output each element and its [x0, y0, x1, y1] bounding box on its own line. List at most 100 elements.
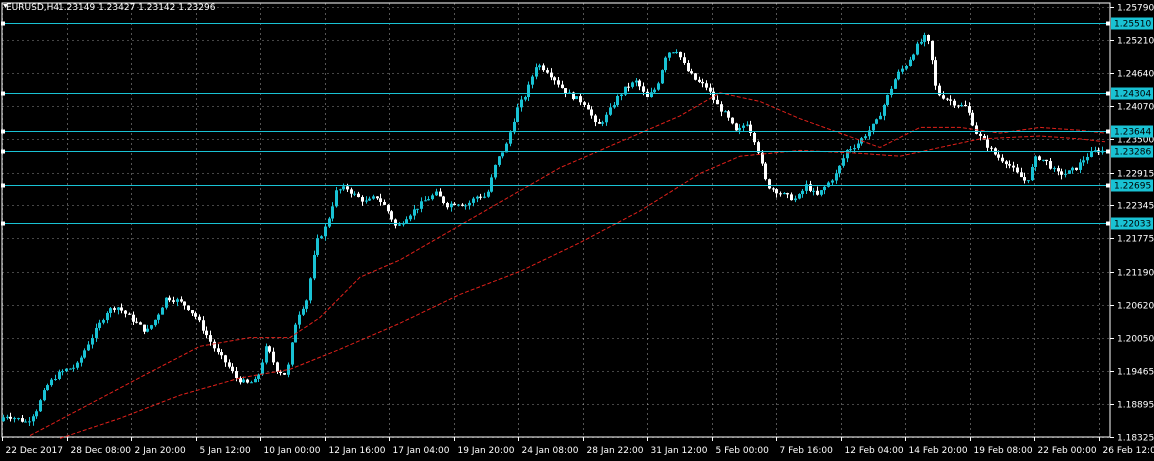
- candle-body: [276, 362, 279, 372]
- candle-body: [590, 109, 593, 116]
- candle-body: [661, 70, 664, 84]
- y-tick-label: 1.20620: [1117, 302, 1154, 312]
- y-tick-label: 1.25790: [1117, 4, 1154, 14]
- candle-body: [516, 107, 519, 122]
- candle-body: [557, 80, 560, 85]
- candle-body: [439, 191, 442, 197]
- x-tick-label: 12 Jan 16:00: [329, 446, 386, 456]
- candle-body: [742, 125, 745, 128]
- candle-body: [875, 119, 878, 124]
- candle-body: [501, 152, 504, 157]
- candle-body: [609, 107, 612, 115]
- candle-body: [205, 330, 208, 336]
- x-tick-label: 2 Jan 20:00: [135, 446, 187, 456]
- candle-body: [283, 373, 286, 375]
- candle-body: [1064, 173, 1067, 175]
- candle-body: [1079, 162, 1082, 170]
- candle-body: [13, 418, 16, 420]
- candle-body: [931, 40, 934, 61]
- candle-body: [964, 104, 967, 107]
- candle-body: [2, 417, 5, 422]
- candle-body: [513, 121, 516, 133]
- candle-body: [546, 70, 549, 73]
- candle-body: [95, 327, 98, 338]
- candle-body: [394, 219, 397, 226]
- candle-body: [146, 328, 149, 332]
- candle-body: [342, 186, 345, 190]
- candle-body: [350, 189, 353, 194]
- candle-body: [709, 87, 712, 92]
- candle-body: [420, 201, 423, 209]
- candle-body: [91, 337, 94, 345]
- candle-body: [324, 226, 327, 237]
- hline-price-label: 1.25510: [1114, 20, 1151, 30]
- candle-body: [109, 308, 112, 314]
- candle-body: [464, 205, 467, 207]
- candle-body: [631, 82, 634, 87]
- candle-body: [80, 357, 83, 363]
- candle-body: [820, 190, 823, 195]
- candle-body: [150, 325, 153, 329]
- candle-body: [535, 67, 538, 77]
- candle-body: [897, 71, 900, 80]
- candle-body: [687, 62, 690, 72]
- candle-body: [753, 132, 756, 143]
- candle-body: [1090, 151, 1093, 157]
- plot-border: [1, 2, 1111, 438]
- candle-body: [601, 122, 604, 124]
- candle-body: [194, 313, 197, 317]
- candle-body: [775, 189, 778, 194]
- candle-body: [132, 314, 135, 322]
- candle-body: [605, 114, 608, 123]
- candle-body: [849, 149, 852, 151]
- candle-body: [416, 208, 419, 210]
- candle-body: [483, 196, 486, 198]
- chart-window: 1.25790 1.25210 1.24640 1.24070 1.23500 1.229…: [0, 0, 1154, 461]
- candle-body: [191, 310, 194, 314]
- hline-anchor-left: [1, 149, 5, 154]
- candle-body: [657, 83, 660, 90]
- candle-body: [254, 378, 257, 383]
- candle-body: [24, 421, 27, 423]
- candle-body: [472, 198, 475, 203]
- candle-body: [368, 198, 371, 201]
- candle-body: [646, 91, 649, 98]
- candle-body: [298, 314, 301, 325]
- candle-body: [87, 344, 90, 351]
- candle-body: [698, 79, 701, 82]
- candle-body: [538, 65, 541, 68]
- candle-body: [524, 96, 527, 100]
- candle-body: [183, 301, 186, 306]
- candle-body: [143, 324, 146, 332]
- candle-body: [468, 202, 471, 206]
- candle-body: [235, 371, 238, 378]
- candle-body: [476, 196, 479, 199]
- candle-body: [564, 88, 567, 94]
- grid: 1.257901.252101.246401.240701.235001.229…: [2, 3, 1154, 456]
- candle-body: [376, 196, 379, 199]
- candle-body: [1001, 157, 1004, 162]
- candle-body: [479, 196, 482, 198]
- x-tick-label: 26 Feb 12:00: [1103, 446, 1154, 456]
- candle-body: [650, 92, 653, 98]
- candle-body: [272, 351, 275, 363]
- candle-body: [435, 191, 438, 196]
- y-tick-label: 1.22915: [1117, 170, 1154, 180]
- candle-body: [790, 194, 793, 201]
- price-chart[interactable]: 1.257901.252101.246401.240701.235001.229…: [0, 0, 1154, 461]
- candle-body: [431, 195, 434, 200]
- x-tick-label: 24 Jan 08:00: [522, 446, 579, 456]
- y-tick-label: 1.22345: [1117, 202, 1154, 212]
- candle-body: [720, 104, 723, 112]
- candle-body: [220, 352, 223, 356]
- candle-body: [835, 173, 838, 181]
- candle-body: [786, 193, 789, 195]
- candle-body: [1060, 171, 1063, 175]
- x-tick-label: 19 Jan 20:00: [458, 446, 515, 456]
- candle-body: [372, 196, 375, 199]
- candle-body: [890, 88, 893, 95]
- hline-anchor-left: [1, 129, 5, 134]
- candle-body: [231, 366, 234, 372]
- candle-body: [620, 94, 623, 97]
- candle-body: [427, 199, 430, 201]
